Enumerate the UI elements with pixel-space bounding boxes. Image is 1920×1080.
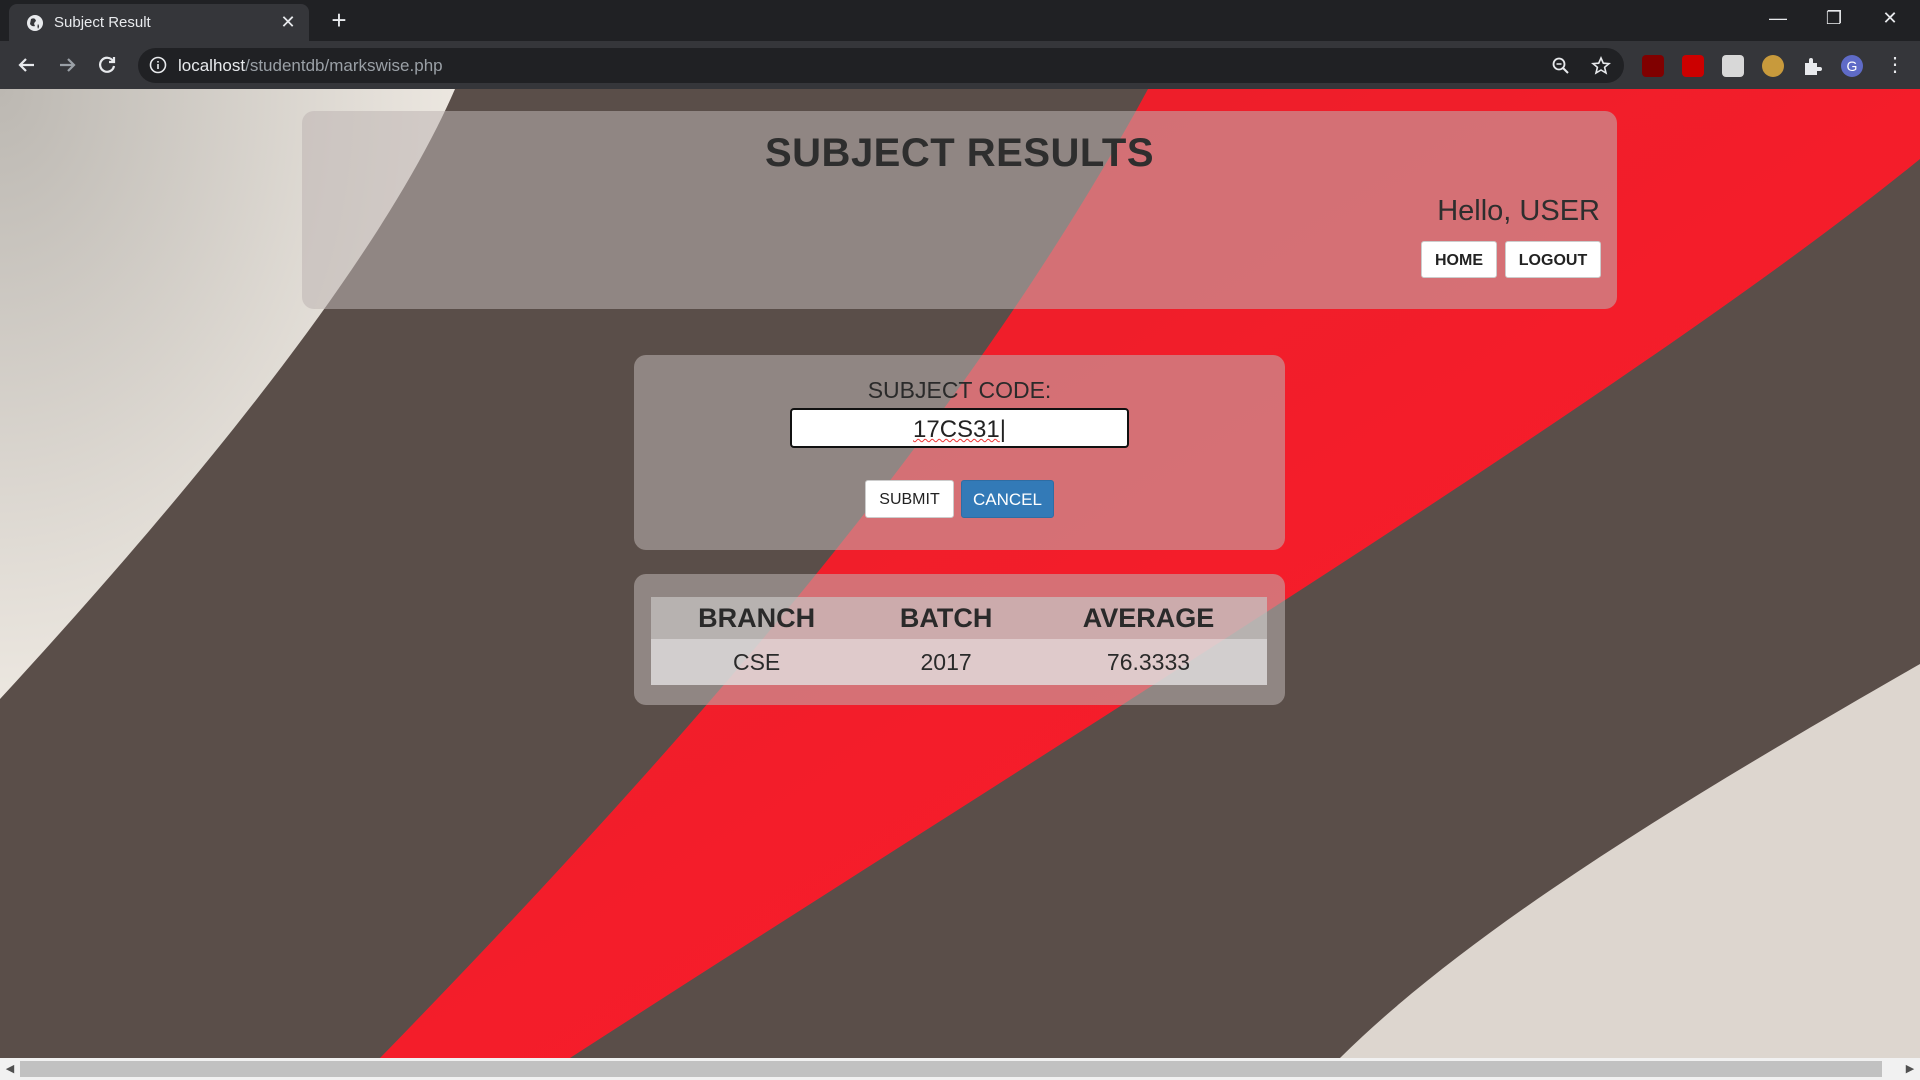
info-icon[interactable] [149, 56, 167, 74]
minimize-icon[interactable]: — [1750, 0, 1806, 36]
reload-icon[interactable] [92, 50, 122, 80]
cancel-button[interactable]: CANCEL [961, 480, 1054, 518]
tab-bar: Subject Result ✕ + — ❐ ✕ [0, 0, 1920, 41]
menu-kebab-icon[interactable]: ⋮ [1880, 50, 1910, 80]
column-header-batch: BATCH [862, 597, 1030, 639]
browser-tab[interactable]: Subject Result ✕ [9, 4, 309, 41]
subject-code-label: SUBJECT CODE: [867, 377, 1052, 403]
browser-toolbar: localhost/studentdb/markswise.php G ⋮ [0, 41, 1920, 89]
home-button[interactable]: HOME [1421, 241, 1497, 278]
logout-button[interactable]: LOGOUT [1505, 241, 1601, 278]
tab-title: Subject Result [54, 14, 151, 31]
new-tab-button[interactable]: + [325, 7, 353, 35]
forward-arrow-icon[interactable] [52, 50, 82, 80]
address-bar[interactable]: localhost/studentdb/markswise.php [138, 48, 1624, 83]
submit-button[interactable]: SUBMIT [865, 480, 954, 518]
close-tab-icon[interactable]: ✕ [277, 11, 299, 33]
column-header-average: AVERAGE [1029, 597, 1267, 639]
results-panel: BRANCH BATCH AVERAGE CSE 2017 76.3333 [634, 574, 1285, 705]
scrollbar-thumb[interactable] [20, 1061, 1882, 1077]
results-table: BRANCH BATCH AVERAGE CSE 2017 76.3333 [651, 597, 1267, 685]
subject-code-input[interactable]: 17CS31| [790, 408, 1129, 448]
table-row: CSE 2017 76.3333 [651, 639, 1267, 685]
scroll-right-arrow-icon[interactable]: ▶ [1902, 1061, 1918, 1077]
scroll-left-arrow-icon[interactable]: ◀ [2, 1061, 18, 1077]
subject-form-panel: SUBJECT CODE: 17CS31| SUBMIT CANCEL [634, 355, 1285, 550]
profile-avatar[interactable]: G [1841, 55, 1863, 77]
extensions-puzzle-icon[interactable] [1801, 55, 1823, 77]
bookmark-star-icon[interactable] [1591, 56, 1611, 76]
column-header-branch: BRANCH [651, 597, 863, 639]
close-window-icon[interactable]: ✕ [1862, 0, 1918, 36]
user-greeting: Hello, USER [1437, 195, 1600, 227]
cell-branch: CSE [651, 639, 863, 685]
header-panel: SUBJECT RESULTS Hello, USER HOME LOGOUT [302, 111, 1617, 309]
video-extension-icon[interactable] [1682, 55, 1704, 77]
url-text[interactable]: localhost/studentdb/markswise.php [178, 56, 443, 76]
page-viewport: SUBJECT RESULTS Hello, USER HOME LOGOUT … [0, 89, 1920, 1058]
back-arrow-icon[interactable] [12, 50, 42, 80]
horizontal-scrollbar[interactable]: ◀ ▶ [0, 1058, 1920, 1080]
cell-average: 76.3333 [1029, 639, 1267, 685]
ublock-extension-icon[interactable] [1642, 55, 1664, 77]
page-title: SUBJECT RESULTS [764, 131, 1155, 175]
table-header-row: BRANCH BATCH AVERAGE [651, 597, 1267, 639]
globe-icon [27, 15, 43, 31]
cell-batch: 2017 [862, 639, 1030, 685]
zoom-icon[interactable] [1551, 56, 1571, 76]
subject-code-value: 17CS31 [913, 416, 1000, 443]
cookie-extension-icon[interactable] [1762, 55, 1784, 77]
restore-icon[interactable]: ❐ [1806, 0, 1862, 36]
cube-extension-icon[interactable] [1722, 55, 1744, 77]
